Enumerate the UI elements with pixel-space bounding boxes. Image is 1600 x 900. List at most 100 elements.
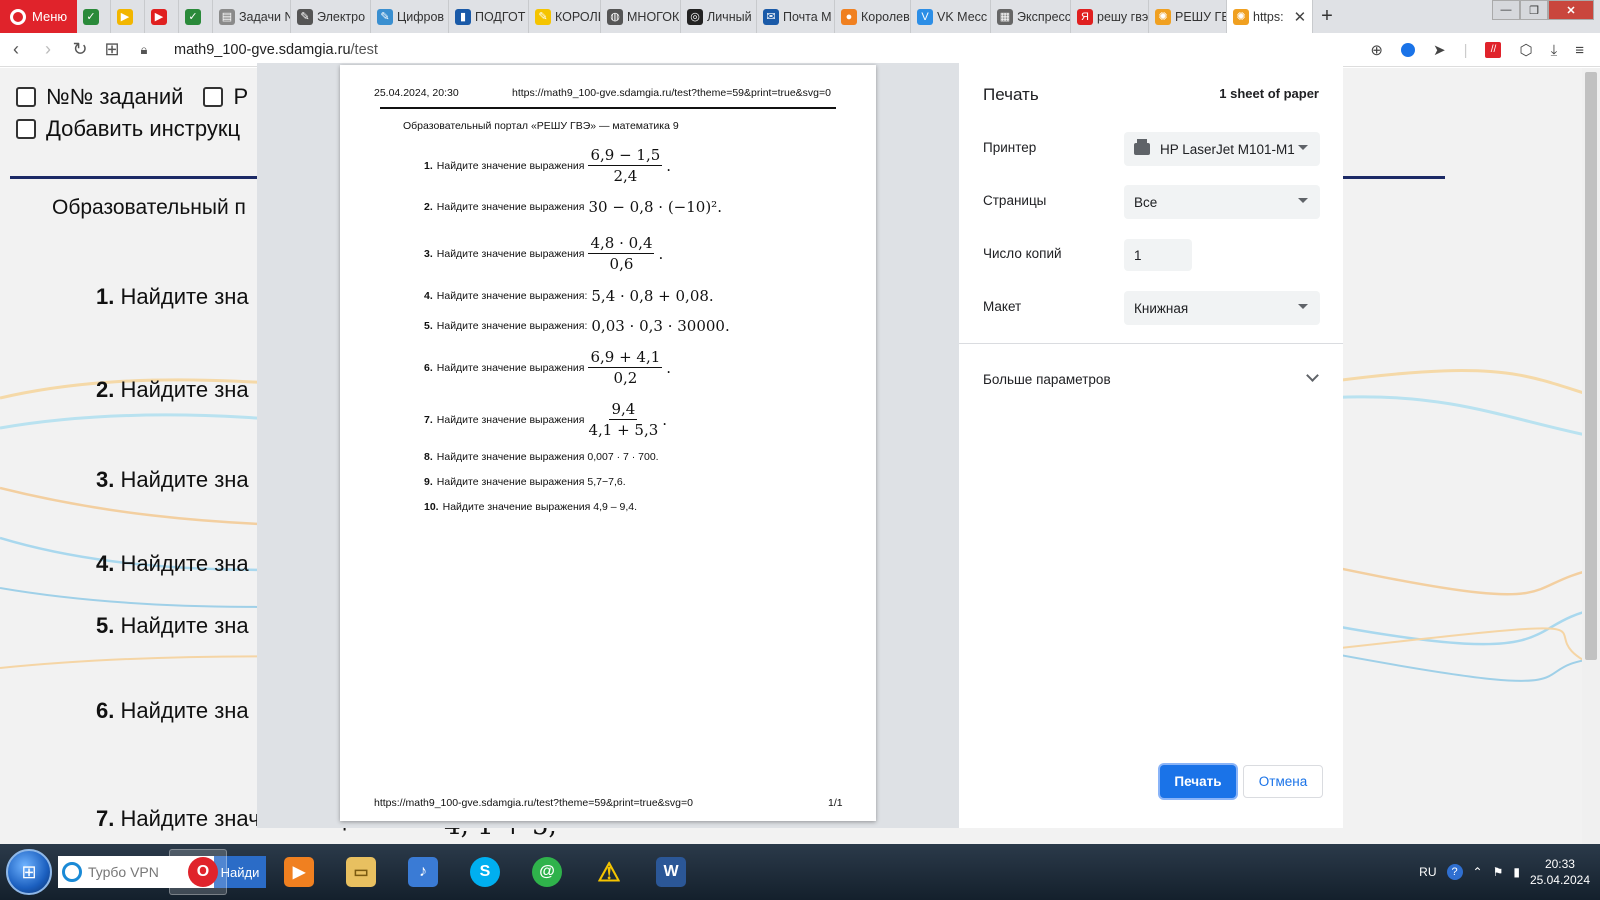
tab-strip: Меню ✓ ▶ ▶ ✓ ▤ Задачи N ✎ Электро ✎ Цифров ▮ ПОДГОТ… <box>0 0 1600 33</box>
browser-tab[interactable]: ▦ Экспресс <box>991 0 1071 33</box>
help-icon[interactable]: ? <box>1446 864 1463 880</box>
taskbar-media-player[interactable]: ▶ <box>270 849 328 895</box>
zoom-icon[interactable]: ⊕ <box>1370 41 1383 59</box>
reload-icon[interactable]: ↻ <box>64 39 96 60</box>
browser-tab[interactable]: ✺ https: ✕ <box>1227 0 1313 33</box>
url-field[interactable]: math9_100-gve.sdamgia.ru/test <box>174 42 378 58</box>
fraction: 4,8 · 0,4 0,6 <box>588 234 655 273</box>
speed-dial-icon[interactable]: ⊞ <box>96 39 128 60</box>
checkbox[interactable] <box>16 119 36 139</box>
settings-divider <box>959 343 1343 344</box>
taskbar-skype[interactable]: S <box>456 849 514 895</box>
taskbar-mail[interactable]: @ <box>518 849 576 895</box>
preview-sheet: 25.04.2024, 20:30 https://math9_100-gve.… <box>340 65 876 821</box>
media-player-icon: ▶ <box>284 857 314 887</box>
book-icon: ▮ <box>455 8 471 25</box>
copies-input[interactable]: 1 <box>1124 239 1192 271</box>
tab-label: МНОГОК <box>627 9 680 24</box>
print-title: Печать <box>983 85 1039 104</box>
dropdown-caret-icon <box>1298 198 1308 203</box>
youtube-icon: ▶ <box>151 8 167 25</box>
browser-tab[interactable]: ✎ КОРОЛЕ <box>529 0 601 33</box>
browser-tab[interactable]: ▶ <box>111 0 145 33</box>
start-button[interactable]: ⊞ <box>6 849 52 895</box>
tab-label: ПОДГОТ <box>475 9 526 24</box>
grid-icon: ▦ <box>997 8 1013 25</box>
forward-icon[interactable]: › <box>32 39 64 60</box>
print-button[interactable]: Печать <box>1160 765 1236 798</box>
flag-icon[interactable]: ⚑ <box>1493 865 1504 879</box>
restore-button[interactable]: ❐ <box>1520 0 1548 20</box>
browser-tab[interactable]: ● Королев <box>835 0 911 33</box>
vpn-shield-icon[interactable] <box>1401 43 1415 57</box>
checkbox-row-instructions[interactable]: Добавить инструкц <box>16 116 240 142</box>
layout-select[interactable]: Книжная <box>1124 291 1320 325</box>
question-1: 1. Найдите значение выражения 6,9 − 1,5 2… <box>424 146 672 185</box>
close-tab-icon[interactable]: ✕ <box>1294 8 1307 26</box>
checkbox-label: Добавить инструкц <box>46 116 241 141</box>
checkbox[interactable] <box>203 87 224 107</box>
browser-tab[interactable]: ◍ МНОГОК <box>601 0 681 33</box>
tab-label: решу гвэ <box>1097 9 1149 24</box>
browser-tab[interactable]: ✉ Почта М <box>757 0 835 33</box>
browser-tab[interactable]: ✎ Цифров <box>371 0 449 33</box>
browser-tab[interactable]: Ярешу гвэ <box>1071 0 1149 33</box>
tray-expand-icon[interactable]: ⌃ <box>1473 865 1483 879</box>
taskbar-explorer[interactable]: ▭ <box>332 849 390 895</box>
taskbar-warning[interactable]: ⚠ <box>580 849 638 895</box>
browser-tab[interactable]: ✓ <box>77 0 111 33</box>
minimize-button[interactable]: — <box>1492 0 1520 20</box>
browser-tab[interactable]: V VK Месс <box>911 0 991 33</box>
fraction: 6,9 + 4,1 0,2 <box>588 348 663 387</box>
browser-tab[interactable]: ✎ Электро <box>291 0 371 33</box>
printer-select[interactable]: HP LaserJet M101-M1 <box>1124 132 1320 166</box>
browser-tab[interactable]: ▶ <box>145 0 179 33</box>
language-indicator[interactable]: RU <box>1419 865 1436 879</box>
browser-tab[interactable]: ▤ Задачи N <box>213 0 291 33</box>
back-icon[interactable]: ‹ <box>0 39 32 60</box>
speaker-icon: ♪ <box>408 857 438 887</box>
chevron-down-icon <box>1306 369 1319 382</box>
scroll-thumb[interactable] <box>1585 72 1597 660</box>
tab-label: Почта М <box>783 9 832 24</box>
browser-tab[interactable]: ✓ <box>179 0 213 33</box>
fraction: 6,9 − 1,5 2,4 <box>588 146 663 185</box>
send-icon[interactable]: ➤ <box>1433 41 1446 59</box>
sheet-header-url: https://math9_100-gve.sdamgia.ru/test?th… <box>512 87 831 99</box>
system-tray: RU ? ⌃ ⚑ ▮ 20:33 25.04.2024 <box>1419 844 1590 900</box>
extension-icon[interactable]: // <box>1485 42 1502 58</box>
browser-tab[interactable]: ✺ РЕШУ ГВ <box>1149 0 1227 33</box>
dropdown-caret-icon <box>1298 145 1308 150</box>
address-bar: ‹ › ↻ ⊞ 🔒︎ math9_100-gve.sdamgia.ru/test… <box>0 33 1600 67</box>
url-path: /test <box>350 41 378 58</box>
sun-icon: ✺ <box>1233 8 1249 25</box>
opera-logo-icon <box>10 8 26 25</box>
cube-icon[interactable]: ⬡ <box>1519 41 1532 59</box>
taskbar-opera[interactable]: O <box>169 849 227 895</box>
taskbar-volume-app[interactable]: ♪ <box>394 849 452 895</box>
sheet-header-date: 25.04.2024, 20:30 <box>374 87 459 99</box>
checkbox[interactable] <box>16 87 36 107</box>
browser-tab[interactable]: ◎ Личный <box>681 0 757 33</box>
pages-select[interactable]: Все <box>1124 185 1320 219</box>
printer-value: HP LaserJet M101-M1 <box>1160 141 1295 157</box>
clock[interactable]: 20:33 25.04.2024 <box>1530 856 1590 888</box>
checkbox-row-task-numbers[interactable]: №№ заданий Р <box>16 84 248 110</box>
word-icon: W <box>656 857 686 887</box>
signal-icon[interactable]: ▮ <box>1513 865 1520 879</box>
download-icon[interactable]: ⤓ <box>1551 42 1558 59</box>
browser-tab[interactable]: ▮ ПОДГОТ <box>449 0 529 33</box>
easy-setup-icon[interactable]: ≡ <box>1575 42 1584 59</box>
cancel-button[interactable]: Отмена <box>1243 765 1323 798</box>
close-window-button[interactable]: ✕ <box>1548 0 1594 20</box>
page-scrollbar[interactable] <box>1582 68 1600 844</box>
more-settings-toggle[interactable]: Больше параметров <box>983 363 1319 395</box>
opera-menu-button[interactable]: Меню <box>0 0 77 33</box>
at-sign-icon: @ <box>532 857 562 887</box>
copies-label: Число копий <box>983 246 1062 261</box>
taskbar-word[interactable]: W <box>642 849 700 895</box>
new-tab-button[interactable]: + <box>1313 0 1341 33</box>
tab-label: Цифров <box>397 9 445 24</box>
print-dialog: 25.04.2024, 20:30 https://math9_100-gve.… <box>257 63 1343 828</box>
skype-icon: S <box>470 857 500 887</box>
